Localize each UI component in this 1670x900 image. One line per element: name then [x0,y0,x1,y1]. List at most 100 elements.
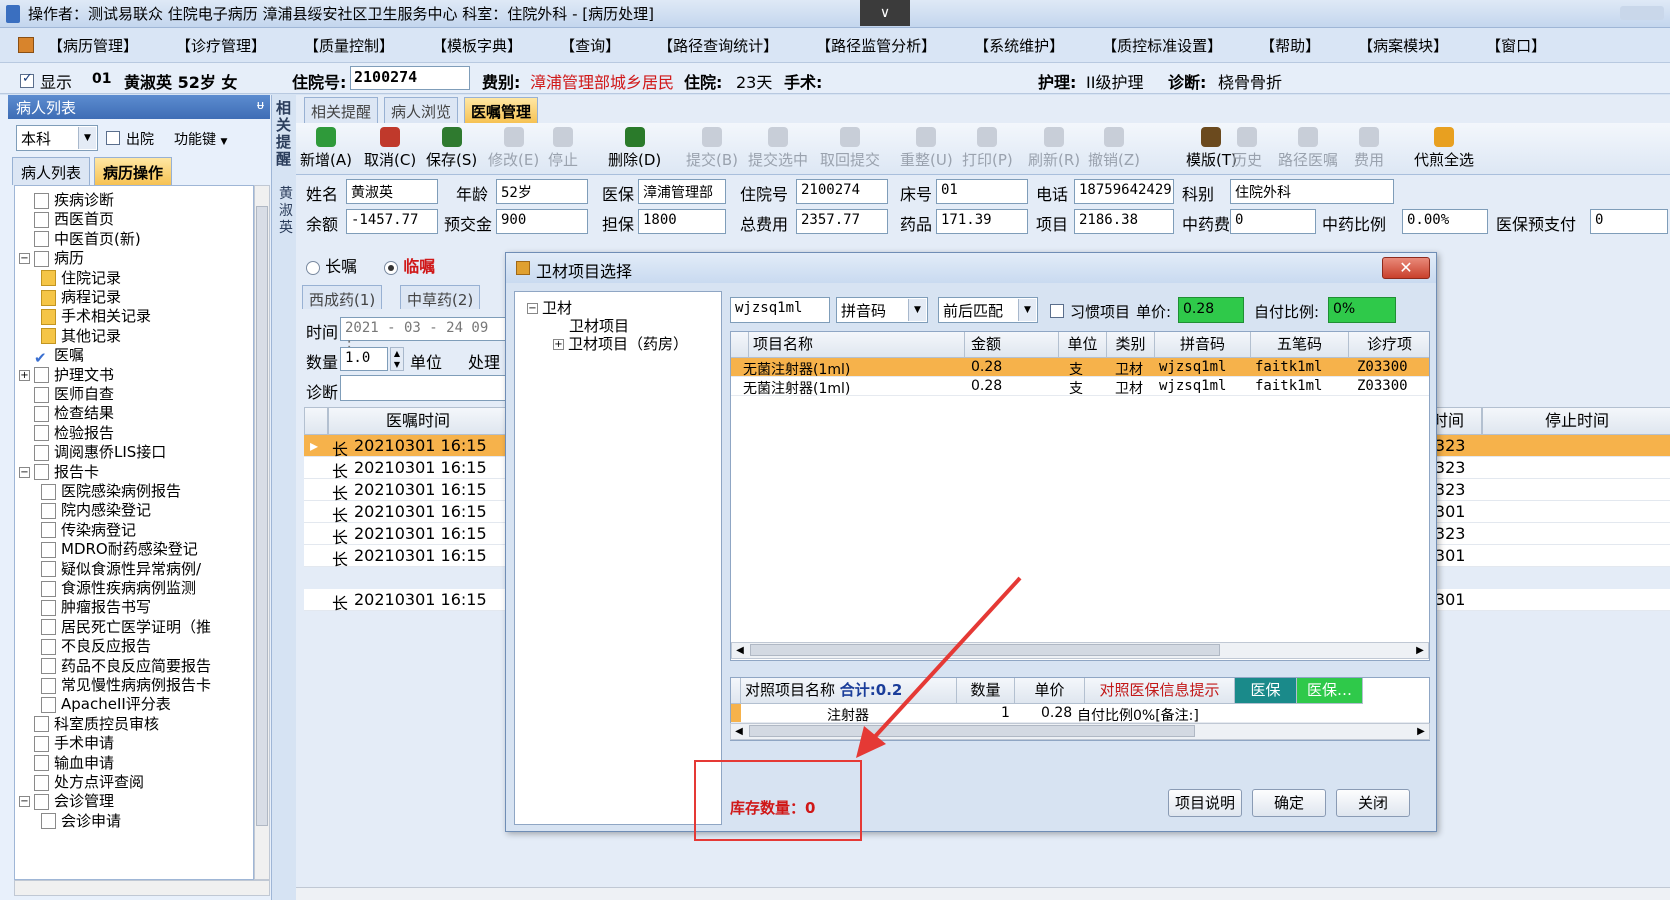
close-button[interactable]: 关闭 [1336,789,1410,817]
tab-record-operation[interactable]: 病历操作 [94,157,173,185]
tree-item[interactable]: + 护理文书 [19,365,114,385]
tree-item[interactable]: − 报告卡 [19,462,99,482]
tree-item[interactable]: 医师自查 [19,384,114,404]
col-item-name[interactable]: 项目名称 [749,332,965,358]
menu-item-qc-standard[interactable]: 【质控标准设置】 [1102,35,1222,56]
menu-item-case-module[interactable]: 【病案模块】 [1358,35,1448,56]
toolbar-button[interactable]: 打印(P) [962,127,1013,170]
dialog-close-button[interactable]: ✕ [1382,257,1430,279]
tree-item[interactable]: 疾病诊断 [19,190,114,210]
col-code[interactable]: 诊疗项 [1349,332,1429,358]
temporary-radio-circle[interactable] [384,260,399,275]
tree-item[interactable]: 肿瘤报告书写 [41,597,151,617]
collapse-icon[interactable]: − [19,796,30,808]
tree-item[interactable]: 院内感染登记 [41,500,151,520]
toolbar-button[interactable]: 历史 [1232,127,1262,170]
toolbar-button[interactable]: 修改(E) [488,127,539,170]
tree-item[interactable]: 中医首页(新) [19,229,141,249]
expand-icon[interactable]: + [19,369,30,381]
title-dropdown-button[interactable]: ∨ [860,0,910,26]
tree-item[interactable]: 疑似食源性异常病例/ [41,559,201,579]
menu-item-template-dict[interactable]: 【模板字典】 [432,35,522,56]
toolbar-button[interactable]: 模版(T) [1186,127,1237,170]
toolbar-button[interactable]: 刷新(R) [1028,127,1080,170]
menu-item-record-mgmt[interactable]: 【病历管理】 [48,35,138,56]
table-horizontal-scrollbar[interactable]: ◀ ▶ [731,642,1429,659]
menu-app-icon[interactable] [18,37,34,53]
temporary-radio[interactable]: 临嘱 [384,257,435,276]
habit-checkbox[interactable] [1050,303,1064,319]
order-time-header[interactable]: 医嘱时间 [328,407,508,435]
tab-order-management[interactable]: 医嘱管理 [464,97,539,123]
toolbar-button[interactable]: 删除(D) [608,127,661,170]
collapse-icon[interactable]: − [19,253,30,265]
tree-node-material-pharmacy[interactable]: + 卫材项目（药房） [553,334,688,354]
col-amount[interactable]: 金额 [965,332,1059,358]
toolbar-button[interactable]: 取消(C) [364,127,416,170]
show-checkbox-box[interactable] [20,71,34,88]
pin-icon[interactable]: ᵾ [257,97,264,113]
tree-item[interactable]: 科室质控员审核 [19,714,159,734]
tab-patient-browse[interactable]: 病人浏览 [384,97,459,123]
tree-item[interactable]: 西医首页 [19,209,114,229]
tree-item[interactable]: 病程记录 [41,287,121,307]
discharged-checkbox[interactable] [106,130,120,146]
menu-item-quality-control[interactable]: 【质量控制】 [304,35,394,56]
tree-item[interactable]: 居民死亡医学证明（推 [41,617,211,637]
tree-item[interactable]: 输血申请 [19,753,114,773]
diag-field[interactable] [340,375,520,401]
material-row[interactable]: 无菌注射器(1ml) 0.28 支 卫材 wjzsq1ml faitk1ml Z03300 [731,377,1429,397]
function-key-button[interactable]: 功能键 ▼ [174,129,227,149]
tree-item[interactable]: MDRO耐药感染登记 [41,539,198,559]
tab-western-medicine[interactable]: 西成药(1) [302,285,383,309]
item-description-button[interactable]: 项目说明 [1168,789,1242,817]
mapping-horizontal-scrollbar[interactable]: ◀ ▶ [730,723,1430,740]
tree-item[interactable]: 检验报告 [19,423,114,443]
time-field[interactable]: 2021 - 03 - 24 09 : [340,317,506,352]
insurance-button-2[interactable]: 医保… [1297,678,1363,704]
show-checkbox[interactable] [20,70,34,89]
col-category[interactable]: 类别 [1107,332,1155,358]
menu-item-pathway-stats[interactable]: 【路径查询统计】 [658,35,778,56]
tree-item[interactable]: − 会诊管理 [19,791,114,811]
tree-vertical-scrollbar[interactable] [254,185,270,880]
tree-node-material-items[interactable]: 卫材项目 [569,316,629,336]
tree-item[interactable]: 医院感染病例报告 [41,481,181,501]
tree-item[interactable]: 药品不良反应简要报告 [41,656,211,676]
main-horizontal-scrollbar[interactable] [296,887,1670,900]
toolbar-button[interactable]: 新增(A) [300,127,352,170]
menu-item-window[interactable]: 【窗口】 [1486,35,1546,56]
tree-item[interactable]: 不良反应报告 [41,636,151,656]
toolbar-button[interactable]: 提交(B) [686,127,738,170]
scrollbar-thumb[interactable] [256,206,268,826]
tree-item[interactable]: 检查结果 [19,403,114,423]
menu-item-pathway-monitor[interactable]: 【路径监管分析】 [816,35,936,56]
material-row[interactable]: 无菌注射器(1ml) 0.28 支 卫材 wjzsq1ml faitk1ml Z03300 [731,358,1429,378]
scroll-left-icon[interactable]: ◀ [731,724,747,739]
qty-field[interactable]: 1.0 [340,347,388,371]
collapse-icon[interactable]: − [527,303,538,314]
tree-item[interactable]: − 病历 [19,248,84,268]
tree-item[interactable]: 住院记录 [41,268,121,288]
tree-node-material[interactable]: − 卫材 [527,298,572,318]
discharged-checkbox-box[interactable] [106,131,120,145]
toolbar-button[interactable]: 保存(S) [426,127,477,170]
menu-item-clinical-mgmt[interactable]: 【诊疗管理】 [176,35,266,56]
tree-item[interactable]: 调阅惠侨LIS接口 [19,442,166,462]
scroll-left-icon[interactable]: ◀ [732,643,748,658]
toolbar-button[interactable]: 路径医嘱 [1278,127,1338,170]
tab-patient-list[interactable]: 病人列表 [12,157,91,185]
ok-button[interactable]: 确定 [1252,789,1326,817]
mapping-row[interactable]: 注射器 1 0.28 自付比例0%[备注:] [731,704,1429,724]
search-type-select[interactable]: 拼音码 ▼ [836,297,928,323]
col-pinyin[interactable]: 拼音码 [1155,332,1251,358]
tree-item[interactable]: ✔ 医嘱 [19,345,84,367]
scroll-right-icon[interactable]: ▶ [1412,643,1428,658]
tree-item[interactable]: 处方点评查阅 [19,772,144,792]
toolbar-button[interactable]: 费用 [1354,127,1384,170]
insurance-button-1[interactable]: 医保 [1235,678,1297,704]
tree-item[interactable]: ApacheII评分表 [41,694,171,714]
toolbar-button[interactable]: 重整(U) [900,127,953,170]
qty-spinner[interactable]: ▲ ▼ [390,347,404,371]
scroll-right-icon[interactable]: ▶ [1413,724,1429,739]
